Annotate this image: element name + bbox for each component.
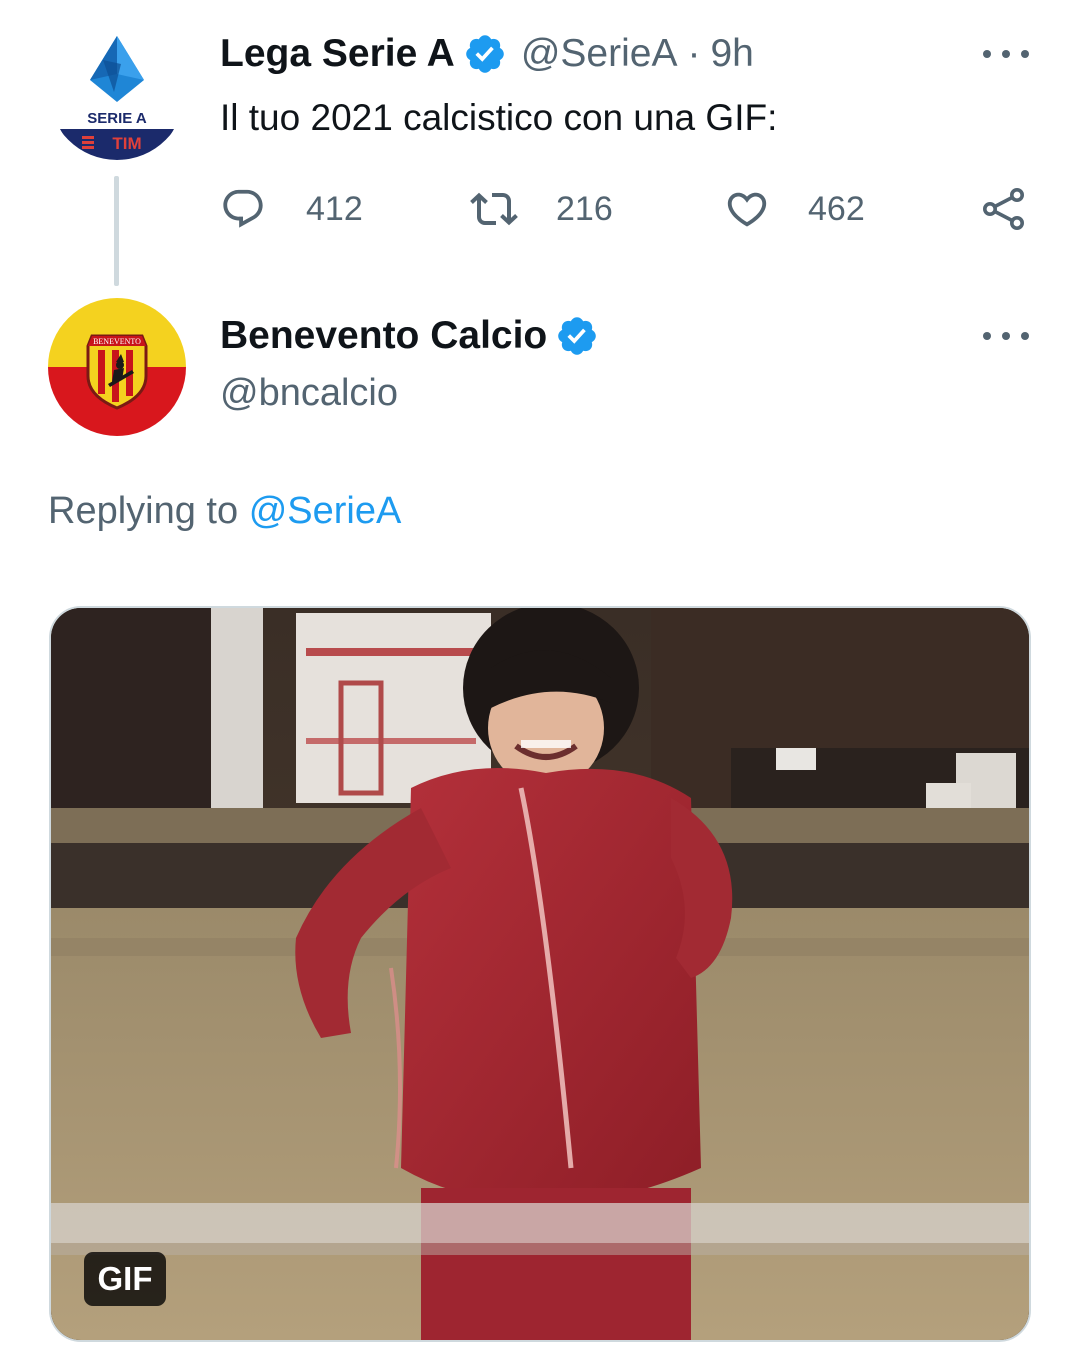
retweet-button[interactable]: 216 bbox=[470, 184, 613, 234]
tweet-timestamp[interactable]: 9h bbox=[710, 28, 753, 80]
reply-count: 412 bbox=[306, 189, 363, 228]
reply-header: Benevento Calcio bbox=[220, 310, 613, 362]
gif-badge: GIF bbox=[84, 1252, 166, 1306]
parent-tweet-text: Il tuo 2021 calcistico con una GIF: bbox=[220, 97, 778, 138]
gif-media[interactable]: GIF bbox=[49, 606, 1031, 1342]
replying-to-label: Replying to bbox=[48, 490, 239, 532]
replying-to-handle-link[interactable]: @SerieA bbox=[249, 490, 402, 532]
tim-logo-text: TIM bbox=[112, 134, 141, 153]
parent-handle[interactable]: @SerieA bbox=[521, 28, 678, 80]
avatar-serie-a[interactable]: SERIE A TIM bbox=[48, 22, 186, 160]
tweet-thread: SERIE A TIM Lega Serie A @SerieA · 9h Il… bbox=[0, 0, 1080, 1371]
separator-dot: · bbox=[687, 32, 701, 75]
serie-a-logo-text: SERIE A bbox=[87, 110, 147, 127]
more-options-button[interactable] bbox=[983, 47, 1029, 61]
like-button[interactable]: 462 bbox=[724, 184, 865, 234]
parent-tweet-header: Lega Serie A @SerieA · 9h bbox=[220, 28, 754, 80]
more-options-button[interactable] bbox=[983, 329, 1029, 343]
tweet-actions-bar: 412 216 462 bbox=[0, 184, 1080, 234]
verified-badge-icon bbox=[555, 314, 599, 358]
like-count: 462 bbox=[808, 189, 865, 228]
more-icon bbox=[983, 50, 991, 58]
avatar-benevento[interactable]: BENEVENTO bbox=[48, 298, 186, 436]
crest-text: BENEVENTO bbox=[93, 337, 141, 346]
like-icon bbox=[727, 192, 767, 227]
reply-display-name[interactable]: Benevento Calcio bbox=[220, 310, 547, 362]
reply-handle[interactable]: @bncalcio bbox=[220, 368, 398, 418]
reply-button[interactable]: 412 bbox=[220, 184, 363, 234]
benevento-crest-icon: BENEVENTO bbox=[86, 334, 148, 410]
verified-badge-icon bbox=[463, 32, 507, 76]
gif-frame-image bbox=[51, 608, 1029, 1340]
reply-icon bbox=[223, 189, 263, 228]
serie-a-logo-icon: SERIE A TIM bbox=[48, 22, 186, 160]
more-icon bbox=[983, 332, 991, 340]
replying-to: Replying to @SerieA bbox=[48, 486, 401, 536]
share-icon bbox=[983, 188, 1024, 230]
share-button[interactable] bbox=[980, 184, 1028, 234]
retweet-count: 216 bbox=[556, 189, 613, 228]
parent-display-name[interactable]: Lega Serie A bbox=[220, 28, 455, 80]
retweet-icon bbox=[470, 192, 518, 226]
